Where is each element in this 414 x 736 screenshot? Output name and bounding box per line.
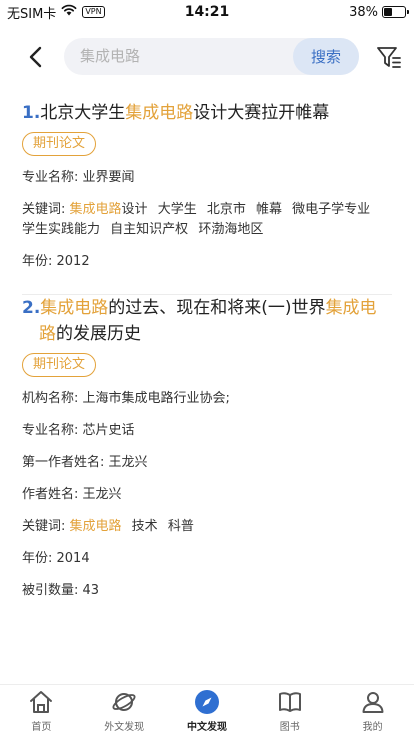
- planet-icon: [110, 688, 138, 716]
- meta-field: 年份: 2012: [22, 252, 392, 272]
- tab-book[interactable]: 图书: [248, 685, 331, 736]
- field-label: 作者姓名:: [22, 487, 83, 502]
- tab-compass[interactable]: 中文发现: [166, 685, 249, 736]
- result-number: 2.: [22, 298, 41, 318]
- keyword-text: 自主知识产权: [110, 222, 189, 237]
- field-value: 王龙兴: [82, 487, 122, 502]
- title-highlight: 集成电路: [125, 103, 194, 123]
- battery-icon: [382, 6, 409, 18]
- chevron-left-icon: [29, 46, 42, 68]
- filter-icon: [377, 47, 401, 68]
- tab-home[interactable]: 首页: [0, 685, 83, 736]
- keyword[interactable]: 科普: [168, 519, 194, 534]
- keyword-highlight: 集成电路: [69, 202, 122, 217]
- field-value: 43: [82, 583, 100, 598]
- tab-label: 首页: [31, 722, 52, 733]
- battery-percent: 38%: [349, 4, 378, 20]
- keyword-text: 设计: [121, 202, 148, 217]
- keywords-field: 关键词: 集成电路设计 大学生 北京市 帷幕 微电子学专业 学生实践能力 自主知…: [22, 200, 392, 240]
- battery-fill: [384, 8, 392, 16]
- keyword-text: 微电子学专业: [292, 202, 371, 217]
- results-list: 1.北京大学生集成电路设计大赛拉开帷幕 期刊论文 专业名称: 业界要闻 关键词: 集成…: [0, 100, 414, 680]
- meta-field: 作者姓名: 王龙兴: [22, 485, 392, 505]
- vpn-badge: VPN: [82, 6, 105, 18]
- keyword-text: 北京市: [206, 202, 246, 217]
- keyword-text: 帷幕: [256, 202, 283, 217]
- field-label: 专业名称:: [22, 170, 83, 185]
- keyword-text: 大学生: [157, 202, 197, 217]
- meta-field: 机构名称: 上海市集成电路行业协会;: [22, 389, 392, 409]
- status-bar: 无SIM卡 VPN 14:21 38%: [0, 0, 414, 24]
- wifi-icon: [61, 4, 77, 20]
- type-tag: 期刊论文: [22, 353, 97, 377]
- meta-field: 专业名称: 芯片史话: [22, 421, 392, 441]
- keyword[interactable]: 集成电路设计: [70, 202, 148, 217]
- field-label: 机构名称:: [22, 391, 83, 406]
- meta-field: 第一作者姓名: 王龙兴: [22, 453, 392, 473]
- field-label: 年份:: [22, 254, 57, 269]
- keyword-text: 学生实践能力: [22, 222, 101, 237]
- keyword[interactable]: 学生实践能力: [22, 222, 100, 237]
- book-icon: [276, 688, 304, 716]
- keyword[interactable]: 技术: [132, 519, 158, 534]
- title-text: 北京大学生: [40, 103, 126, 123]
- keyword-text: 科普: [167, 519, 194, 534]
- field-value: 芯片史话: [82, 423, 135, 438]
- tab-user[interactable]: 我的: [331, 685, 414, 736]
- home-icon: [27, 688, 55, 716]
- compass-icon: [193, 688, 221, 716]
- field-label: 关键词:: [22, 202, 70, 217]
- field-value: 上海市集成电路行业协会;: [82, 391, 230, 406]
- result-number: 1.: [22, 103, 41, 123]
- keyword-text: 环渤海地区: [198, 222, 264, 237]
- keyword[interactable]: 环渤海地区: [198, 222, 263, 237]
- tab-bar: 首页 外文发现 中文发现 图书 我的: [0, 684, 414, 736]
- keyword[interactable]: 自主知识产权: [110, 222, 188, 237]
- field-label: 关键词:: [22, 519, 70, 534]
- title-text: 的过去、现在和将来(一)世界: [108, 298, 326, 318]
- field-label: 被引数量:: [22, 583, 83, 598]
- keyword[interactable]: 帷幕: [256, 202, 282, 217]
- keywords-field: 关键词: 集成电路 技术 科普: [22, 517, 392, 537]
- field-value: 2012: [56, 254, 90, 269]
- title-highlight: 集成电路: [40, 298, 109, 318]
- keyword-highlight: 集成电路: [69, 519, 122, 534]
- search-box: 搜索: [64, 38, 359, 75]
- tab-label: 图书: [279, 722, 300, 733]
- search-header: 搜索: [0, 38, 414, 76]
- result-item[interactable]: 2.集成电路的过去、现在和将来(一)世界集成电路的发展历史 期刊论文 机构名称: 上…: [0, 295, 414, 601]
- status-right: 38%: [349, 4, 409, 20]
- result-title[interactable]: 1.北京大学生集成电路设计大赛拉开帷幕: [22, 100, 392, 126]
- keyword-text: 技术: [131, 519, 158, 534]
- status-left: 无SIM卡 VPN: [7, 3, 105, 22]
- title-text: 设计大赛拉开帷幕: [193, 103, 330, 123]
- result-title[interactable]: 2.集成电路的过去、现在和将来(一)世界集成电路的发展历史: [22, 295, 392, 347]
- tab-label: 我的: [362, 722, 383, 733]
- result-item[interactable]: 1.北京大学生集成电路设计大赛拉开帷幕 期刊论文 专业名称: 业界要闻 关键词: 集成…: [0, 100, 414, 272]
- user-icon: [359, 688, 387, 716]
- field-value: 业界要闻: [82, 170, 135, 185]
- field-label: 年份:: [22, 551, 57, 566]
- field-label: 第一作者姓名:: [22, 455, 109, 470]
- meta-field: 年份: 2014: [22, 549, 392, 569]
- field-value: 王龙兴: [108, 455, 148, 470]
- field-label: 专业名称:: [22, 423, 83, 438]
- meta-field: 被引数量: 43: [22, 581, 392, 601]
- back-button[interactable]: [22, 44, 48, 70]
- keyword[interactable]: 微电子学专业: [292, 202, 370, 217]
- type-tag: 期刊论文: [22, 132, 97, 156]
- title-text: 的发展历史: [56, 324, 141, 344]
- tab-planet[interactable]: 外文发现: [83, 685, 166, 736]
- tab-label: 外文发现: [104, 722, 145, 733]
- search-button[interactable]: 搜索: [293, 38, 359, 75]
- meta-field: 专业名称: 业界要闻: [22, 168, 392, 188]
- filter-button[interactable]: [376, 44, 402, 70]
- tab-label: 中文发现: [186, 722, 227, 733]
- keyword[interactable]: 大学生: [158, 202, 197, 217]
- keyword[interactable]: 北京市: [207, 202, 246, 217]
- field-value: 2014: [56, 551, 90, 566]
- carrier-label: 无SIM卡: [7, 6, 57, 22]
- keyword[interactable]: 集成电路: [70, 519, 122, 534]
- search-input[interactable]: [80, 47, 280, 65]
